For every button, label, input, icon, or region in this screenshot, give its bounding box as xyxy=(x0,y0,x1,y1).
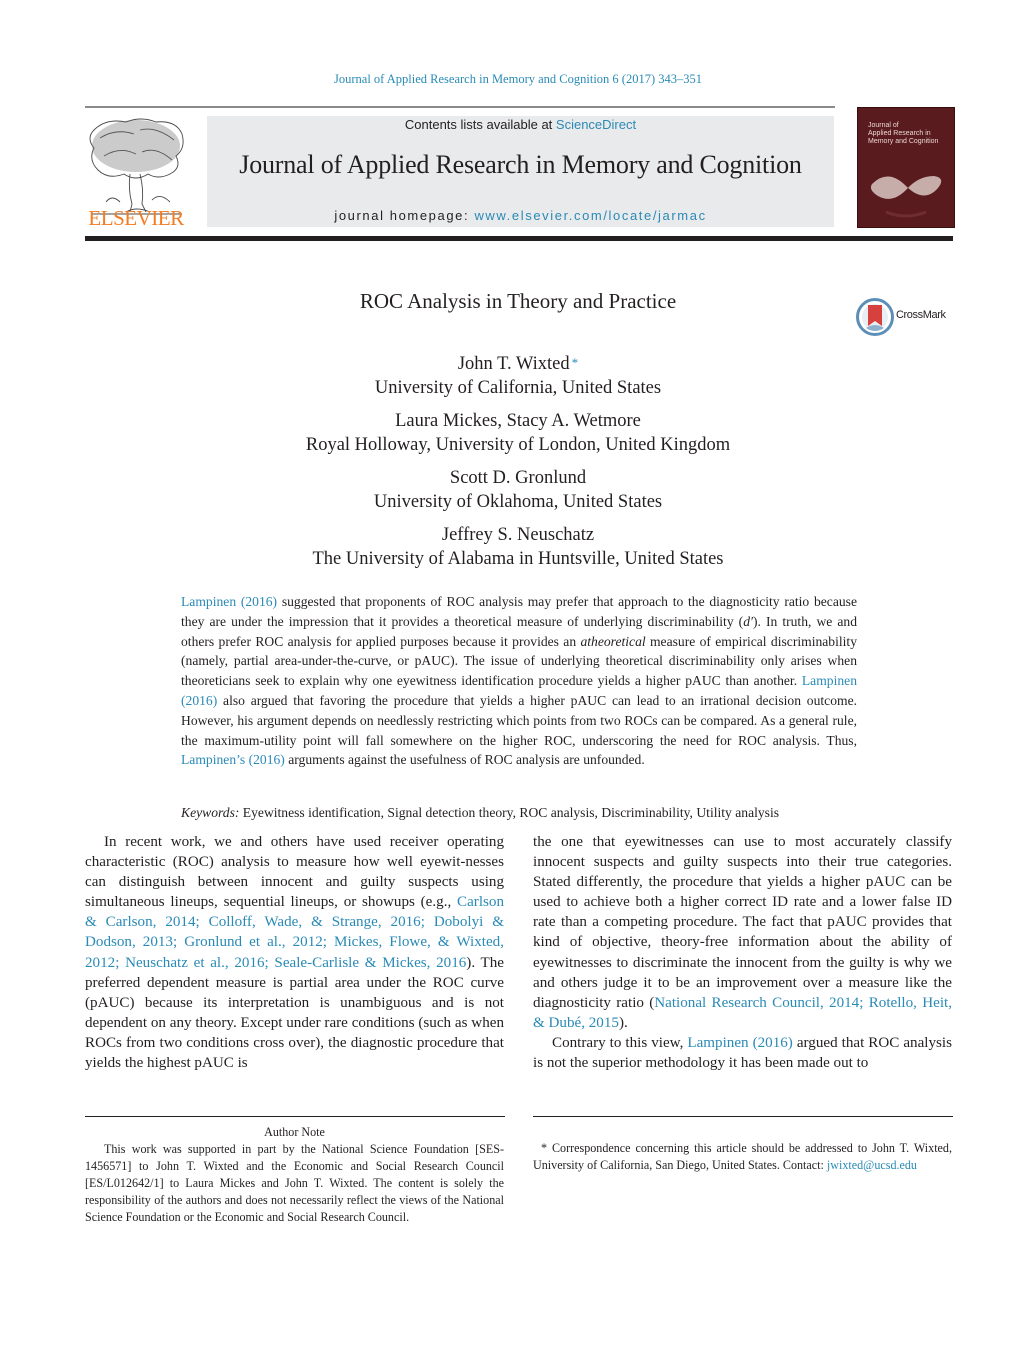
author-list: John T. Wixted * University of California… xyxy=(0,352,1020,580)
abstract-text: arguments against the usefulness of ROC … xyxy=(284,752,645,768)
journal-masthead: Contents lists available at ScienceDirec… xyxy=(207,116,834,227)
citation-link[interactable]: Lampinen (2016) xyxy=(687,1035,792,1051)
cover-title-line: Memory and Cognition xyxy=(868,138,939,145)
author-name: Laura Mickes, Stacy A. Wetmore xyxy=(395,411,641,431)
cover-title: Journal of Applied Research in Memory an… xyxy=(868,122,938,146)
body-text: ). xyxy=(618,1014,628,1031)
publisher-wordmark[interactable]: ELSEVIER xyxy=(86,206,186,231)
keywords-label: Keywords: xyxy=(181,805,240,820)
author-note-body: This work was supported in part by the N… xyxy=(85,1142,504,1224)
abstract-emphasis: atheoretical xyxy=(580,633,646,649)
homepage-prefix: journal homepage: xyxy=(334,208,475,223)
author-group: Laura Mickes, Stacy A. Wetmore Royal Hol… xyxy=(0,409,1020,457)
mobius-strip-icon xyxy=(870,176,942,218)
sciencedirect-link[interactable]: ScienceDirect xyxy=(556,117,636,132)
email-link[interactable]: jwixted@ucsd.edu xyxy=(827,1158,917,1172)
body-text: In recent work, we and others have used … xyxy=(85,834,504,911)
citation-link[interactable]: Lampinen’s (2016) xyxy=(181,752,285,767)
author-group: John T. Wixted * University of California… xyxy=(0,352,1020,400)
citation-link[interactable]: Lampinen (2016) xyxy=(181,594,277,609)
crossmark-button[interactable]: CrossMark xyxy=(856,298,956,336)
author-note: Author Note This work was supported in p… xyxy=(85,1124,504,1226)
author-name: Scott D. Gronlund xyxy=(449,468,587,488)
author-affiliation: University of Oklahoma, United States xyxy=(373,492,663,512)
author-group: Jeffrey S. Neuschatz The University of A… xyxy=(0,523,1020,571)
crossmark-icon xyxy=(856,298,894,336)
author-affiliation: The University of Alabama in Huntsville,… xyxy=(312,549,724,569)
footnote-rule xyxy=(85,1116,505,1117)
author-note-heading: Author Note xyxy=(264,1125,325,1139)
contents-available-line: Contents lists available at ScienceDirec… xyxy=(207,117,834,132)
journal-homepage-link[interactable]: www.elsevier.com/locate/jarmac xyxy=(474,208,706,223)
running-head[interactable]: Journal of Applied Research in Memory an… xyxy=(0,72,1020,87)
cover-title-line: Applied Research in xyxy=(868,130,931,137)
body-text: Contrary to this view, xyxy=(552,1034,688,1051)
body-paragraph: In recent work, we and others have used … xyxy=(85,832,504,1073)
journal-name: Journal of Applied Research in Memory an… xyxy=(239,150,802,179)
abstract-dprime: d′ xyxy=(743,613,753,629)
footnote-rule xyxy=(533,1116,953,1117)
keywords-list: Eyewitness identification, Signal detect… xyxy=(239,805,780,820)
author-affiliation: Royal Holloway, University of London, Un… xyxy=(305,435,731,455)
body-column-left: In recent work, we and others have used … xyxy=(85,832,504,1073)
body-column-right: the one that eyewitnesses can use to mos… xyxy=(533,832,952,1073)
author-name: John T. Wixted xyxy=(457,354,570,374)
author-group: Scott D. Gronlund University of Oklahoma… xyxy=(0,466,1020,514)
contents-prefix: Contents lists available at xyxy=(404,117,556,132)
body-text: the one that eyewitnesses can use to mos… xyxy=(533,834,952,1011)
body-text: ). The preferred dependent measure is pa… xyxy=(85,954,504,1072)
author-name: Jeffrey S. Neuschatz xyxy=(441,525,595,545)
journal-cover-image[interactable]: Journal of Applied Research in Memory an… xyxy=(857,107,955,228)
abstract: Lampinen (2016) suggested that proponent… xyxy=(181,592,857,770)
header-divider xyxy=(85,236,953,241)
correspondence-note: * Correspondence concerning this article… xyxy=(533,1140,952,1174)
journal-homepage-line: journal homepage: www.elsevier.com/locat… xyxy=(207,208,834,223)
body-paragraph-continued: the one that eyewitnesses can use to mos… xyxy=(533,832,952,1033)
keywords: Keywords: Eyewitness identification, Sig… xyxy=(181,805,857,821)
corresponding-author-link[interactable]: * xyxy=(572,355,579,370)
top-rule xyxy=(85,106,835,108)
body-paragraph: Contrary to this view, Lampinen (2016) a… xyxy=(533,1033,952,1073)
cover-title-line: Journal of xyxy=(868,122,899,129)
author-affiliation: University of California, United States xyxy=(374,378,662,398)
crossmark-label: CrossMark xyxy=(896,309,946,321)
abstract-text: also argued that favoring the procedure … xyxy=(181,692,857,748)
